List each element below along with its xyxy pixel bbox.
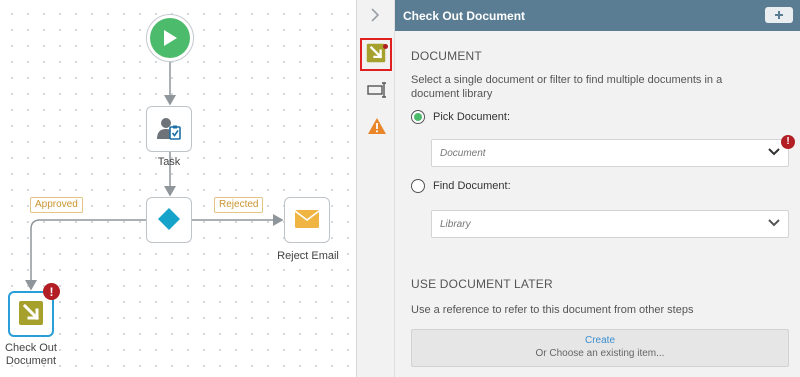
- envelope-icon: [294, 209, 320, 232]
- checkout-icon: [18, 300, 44, 329]
- pick-document-label: Pick Document:: [433, 111, 511, 123]
- find-document-label: Find Document:: [433, 180, 511, 192]
- panel-content: DOCUMENT Select a single document or fil…: [395, 31, 800, 377]
- choose-existing-text[interactable]: Or Choose an existing item...: [412, 348, 788, 359]
- chevron-right-icon[interactable]: [370, 8, 380, 27]
- chevron-down-icon: [768, 147, 780, 160]
- radio-checked-icon[interactable]: [411, 110, 425, 124]
- rejected-tag[interactable]: Rejected: [214, 197, 264, 213]
- rail-text-tab[interactable]: [362, 76, 392, 106]
- document-description: Select a single document or filter to fi…: [411, 74, 723, 100]
- rail-error-dot: [383, 44, 388, 49]
- checkout-label-line2: Document: [5, 355, 57, 367]
- checkout-node-label: Check Out Document: [0, 342, 62, 368]
- workflow-canvas[interactable]: Task Reject Email ! Check Out Document A…: [0, 0, 356, 377]
- properties-panel: Check Out Document DOCUMENT Select a sin…: [356, 0, 800, 377]
- radio-unchecked-icon[interactable]: [411, 179, 425, 193]
- library-select[interactable]: Library: [431, 210, 789, 238]
- start-node[interactable]: [146, 14, 194, 62]
- plus-icon[interactable]: [765, 7, 793, 23]
- checkout-label-line1: Check Out: [5, 342, 57, 354]
- decision-node[interactable]: [146, 197, 192, 243]
- connector-approved: [25, 219, 146, 291]
- diamond-icon: [157, 207, 181, 234]
- library-select-placeholder: Library: [440, 218, 471, 230]
- panel-header: Check Out Document: [395, 0, 800, 31]
- play-icon: [150, 18, 190, 58]
- approved-tag[interactable]: Approved: [30, 197, 83, 213]
- chevron-down-icon: [768, 218, 780, 231]
- error-badge-icon: !: [43, 283, 60, 300]
- task-node[interactable]: [146, 106, 192, 152]
- text-cursor-icon: [367, 81, 387, 102]
- panel-title: Check Out Document: [403, 8, 526, 23]
- error-badge-icon: !: [781, 135, 795, 149]
- create-reference-box[interactable]: Create Or Choose an existing item...: [411, 329, 789, 367]
- user-task-icon: [156, 115, 182, 144]
- document-select[interactable]: Document: [431, 139, 789, 167]
- task-node-label: Task: [157, 156, 181, 168]
- document-select-placeholder: Document: [440, 147, 486, 159]
- find-document-radio[interactable]: Find Document:: [411, 179, 511, 193]
- create-link[interactable]: Create: [412, 335, 788, 346]
- reject-email-label: Reject Email: [277, 250, 339, 262]
- pick-document-radio[interactable]: Pick Document:: [411, 110, 510, 124]
- rail-warning-tab[interactable]: [362, 112, 392, 142]
- use-later-description: Use a reference to refer to this documen…: [411, 304, 694, 316]
- panel-icon-rail: [357, 0, 395, 377]
- warning-icon: [367, 117, 387, 138]
- reject-email-node[interactable]: [284, 197, 330, 243]
- use-later-section-title: USE DOCUMENT LATER: [411, 277, 553, 291]
- rail-checkout-tab[interactable]: [360, 38, 392, 71]
- document-section-title: DOCUMENT: [411, 49, 482, 63]
